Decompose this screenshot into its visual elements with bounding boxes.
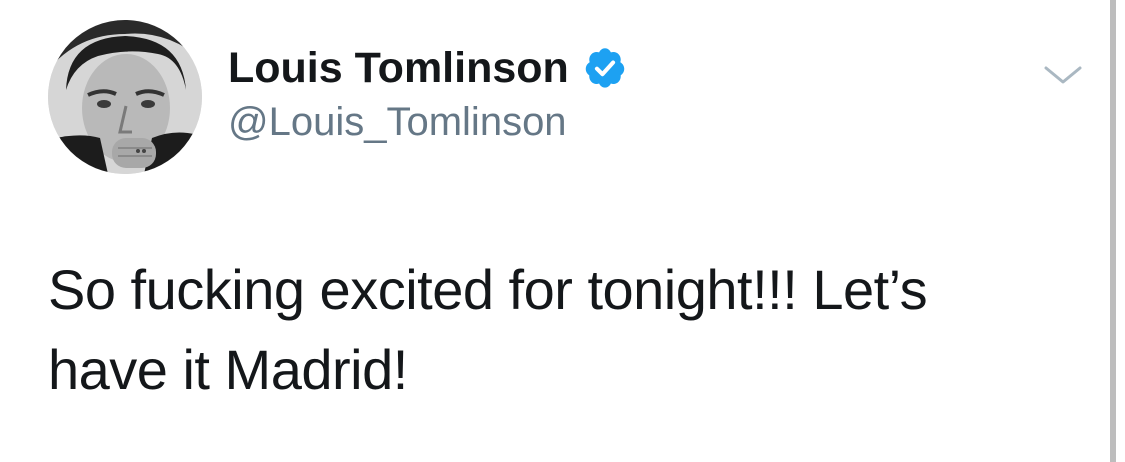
tweet-text-line: So fucking excited for tonight!!! Let’s (48, 258, 928, 321)
chevron-down-icon[interactable] (1038, 58, 1088, 92)
tweet-card: Louis Tomlinson @Louis_Tomlinson So fuck… (0, 0, 1125, 462)
divider (1110, 0, 1116, 462)
tweet-text: So fucking excited for tonight!!! Let’s … (48, 250, 1078, 410)
tweet-text-line: have it Madrid! (48, 338, 408, 401)
avatar[interactable] (48, 20, 202, 174)
display-name[interactable]: Louis Tomlinson (228, 42, 569, 94)
user-handle[interactable]: @Louis_Tomlinson (228, 98, 567, 146)
verified-badge-icon (583, 46, 627, 90)
avatar-photo-icon (48, 20, 202, 174)
